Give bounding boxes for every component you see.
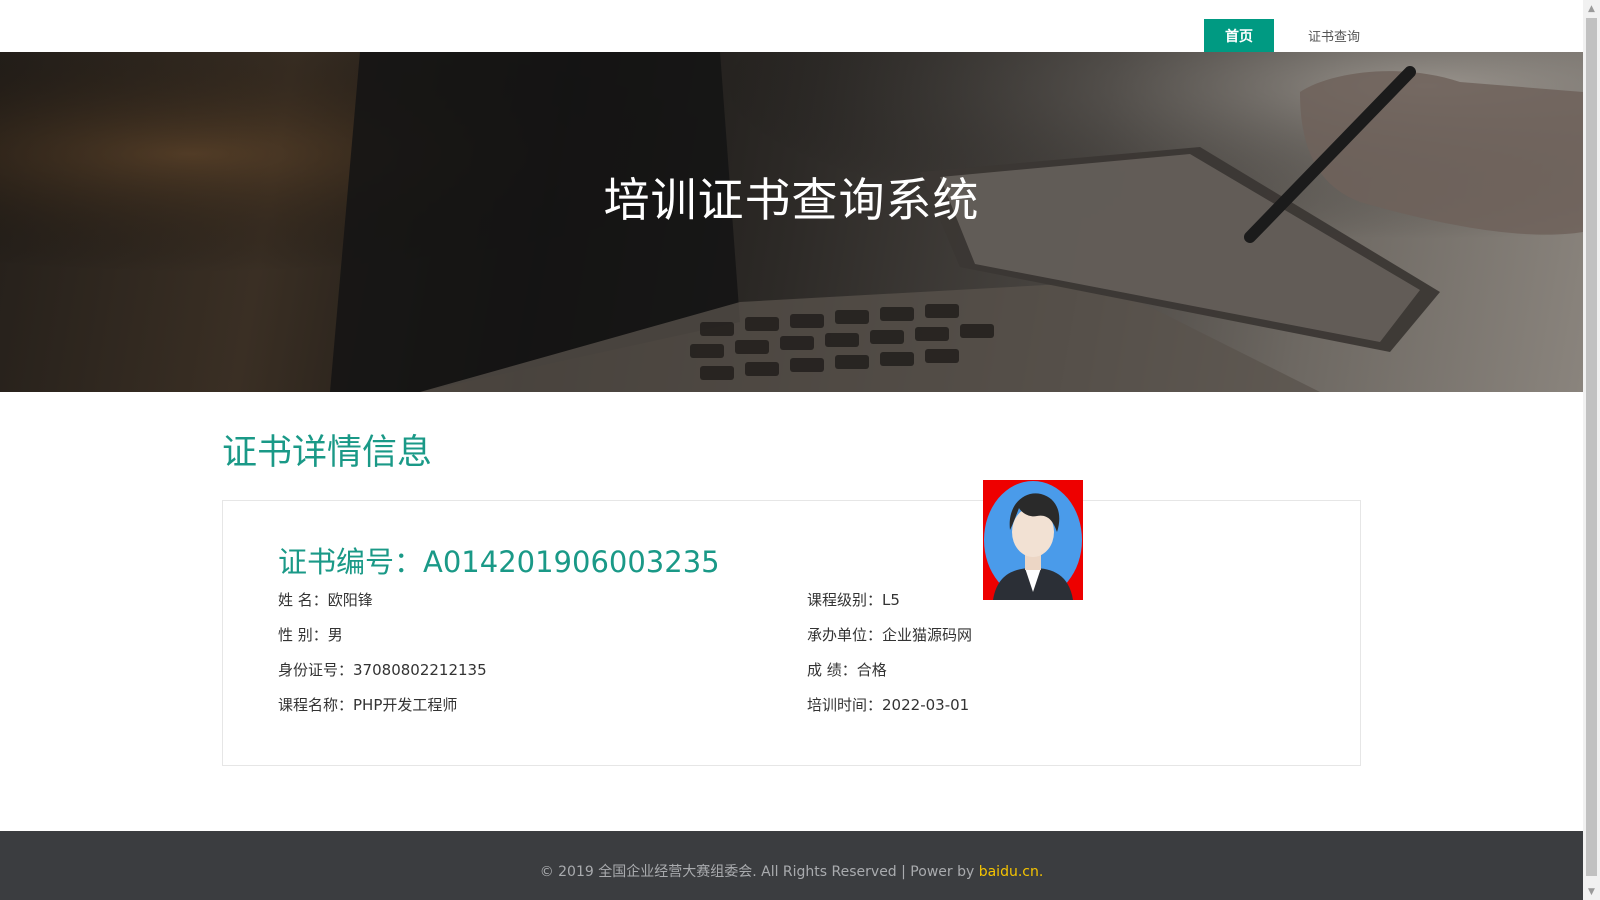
field-label: 性 别： xyxy=(278,626,328,644)
scroll-down-arrow-icon[interactable]: ▼ xyxy=(1583,883,1600,900)
scrollbar-thumb[interactable] xyxy=(1586,18,1597,876)
field-label: 承办单位： xyxy=(807,626,883,644)
footer: © 2019 全国企业经营大赛组委会. All Rights Reserved … xyxy=(0,831,1583,900)
hero-title: 培训证书查询系统 xyxy=(603,173,980,227)
field-label: 身份证号： xyxy=(278,661,354,679)
footer-copyright-text: © 2019 全国企业经营大赛组委会. All Rights Reserved … xyxy=(539,864,979,880)
field-score: 成 绩：合格 xyxy=(807,659,887,680)
field-value: 2022-03-01 xyxy=(882,696,970,714)
certificate-number-label: 证书编号： xyxy=(278,545,424,579)
field-value: L5 xyxy=(882,591,900,609)
field-course-level: 课程级别：L5 xyxy=(807,589,900,610)
footer-link[interactable]: baidu.cn. xyxy=(979,864,1044,880)
top-navbar: 首页 证书查询 xyxy=(0,0,1583,52)
field-training-date: 培训时间：2022-03-01 xyxy=(807,694,969,715)
field-value: 欧阳锋 xyxy=(327,591,373,609)
certificate-number-value: A014201906003235 xyxy=(423,545,720,579)
scroll-up-arrow-icon[interactable]: ▲ xyxy=(1583,0,1600,17)
certificate-card: 证书编号：A014201906003235 姓 名：欧阳锋 性 别：男 身份证号… xyxy=(222,480,1361,766)
avatar-icon xyxy=(984,481,1082,600)
field-id-number: 身份证号：37080802212135 xyxy=(278,659,487,680)
field-gender: 性 别：男 xyxy=(278,624,343,645)
field-value: 合格 xyxy=(856,661,887,679)
footer-copyright: © 2019 全国企业经营大赛组委会. All Rights Reserved … xyxy=(0,861,1583,881)
field-organizer: 承办单位：企业猫源码网 xyxy=(807,624,972,645)
field-value: PHP开发工程师 xyxy=(353,696,458,714)
field-value: 37080802212135 xyxy=(353,661,487,679)
nav-home-button[interactable]: 首页 xyxy=(1204,19,1274,52)
section-title: 证书详情信息 xyxy=(222,433,433,473)
field-value: 企业猫源码网 xyxy=(882,626,973,644)
vertical-scrollbar[interactable]: ▲ ▼ xyxy=(1583,0,1600,900)
hero-banner: 培训证书查询系统 xyxy=(0,52,1583,392)
field-label: 姓 名： xyxy=(278,591,328,609)
field-label: 课程级别： xyxy=(807,591,883,609)
certificate-number: 证书编号：A014201906003235 xyxy=(278,539,720,581)
field-name: 姓 名：欧阳锋 xyxy=(278,589,373,610)
field-label: 成 绩： xyxy=(807,661,857,679)
nav-cert-query-link[interactable]: 证书查询 xyxy=(1296,19,1372,52)
field-label: 培训时间： xyxy=(807,696,883,714)
avatar-photo xyxy=(983,480,1083,600)
field-label: 课程名称： xyxy=(278,696,354,714)
field-value: 男 xyxy=(327,626,343,644)
field-course-name: 课程名称：PHP开发工程师 xyxy=(278,694,457,715)
